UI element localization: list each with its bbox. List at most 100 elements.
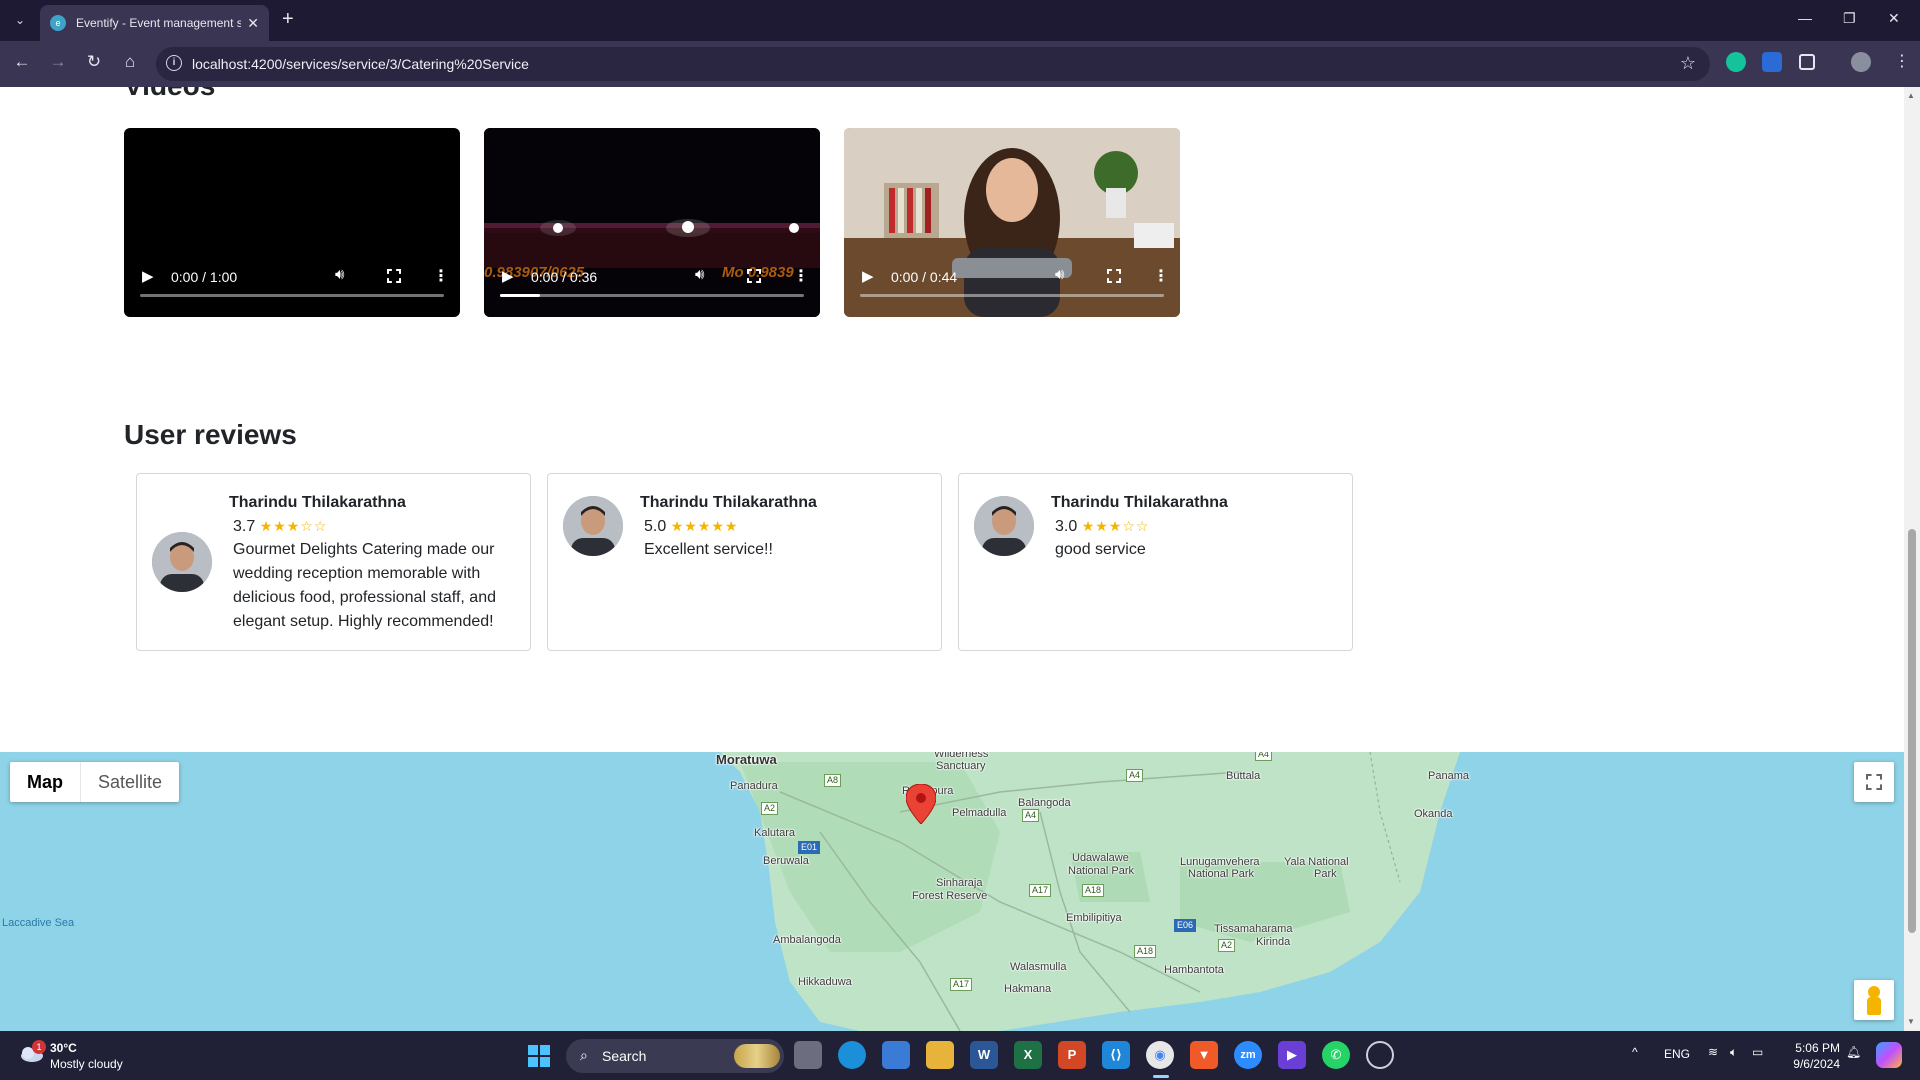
clock-date[interactable]: 9/6/2024 (1780, 1057, 1840, 1071)
place-label: Balangoda (1018, 797, 1071, 809)
video-progress-bar[interactable] (500, 294, 804, 297)
zoom-icon[interactable]: zm (1234, 1041, 1262, 1069)
play-icon[interactable]: ▶ (502, 267, 514, 285)
back-icon[interactable]: ← (10, 52, 34, 72)
scroll-up-icon[interactable]: ▲ (1907, 91, 1915, 100)
scroll-down-icon[interactable]: ▼ (1907, 1017, 1915, 1026)
weather-desc[interactable]: Mostly cloudy (50, 1057, 123, 1071)
grammarly-icon[interactable] (1726, 52, 1746, 72)
fullscreen-icon[interactable] (387, 269, 401, 283)
video-time: 0:00 / 0:36 (531, 269, 598, 285)
close-tab-icon[interactable]: ✕ (247, 15, 259, 32)
active-app-indicator (1153, 1075, 1169, 1078)
copilot-icon[interactable] (1876, 1042, 1902, 1068)
restore-icon[interactable]: ❐ (1843, 10, 1856, 27)
place-label: Okanda (1414, 808, 1453, 820)
notification-bell-icon[interactable]: 🔔︎ (1846, 1045, 1861, 1059)
weather-temp[interactable]: 30°C (50, 1041, 77, 1055)
scrollbar-thumb[interactable] (1908, 529, 1916, 933)
tab-eventify[interactable]: e Eventify - Event management s ✕ (40, 5, 269, 41)
chrome-icon[interactable]: ◉ (1146, 1041, 1174, 1069)
video-player-1[interactable]: ▶ 0:00 / 1:00 🔊︎ ⋮ (124, 128, 460, 317)
speaker-icon[interactable]: 🔈︎ (1730, 1045, 1737, 1060)
windows-start-icon[interactable] (528, 1045, 550, 1067)
language-indicator[interactable]: ENG (1664, 1047, 1690, 1061)
place-label: Sanctuary (936, 760, 986, 772)
browser-toolbar: ← → ↻ ⌂ i localhost:4200/services/servic… (0, 41, 1920, 87)
more-options-icon[interactable]: ⋮ (793, 266, 809, 286)
review-card: Tharindu Thilakarathna 3.0 ★★★☆☆ good se… (958, 473, 1353, 651)
reload-icon[interactable]: ↻ (82, 52, 106, 72)
extensions-puzzle-icon[interactable] (1799, 54, 1815, 70)
powerpoint-icon[interactable]: P (1058, 1041, 1086, 1069)
tab-search-icon[interactable]: ⌄ (10, 10, 30, 30)
new-tab-icon[interactable]: + (282, 8, 294, 31)
word-icon[interactable]: W (970, 1041, 998, 1069)
volume-icon[interactable]: 🔊︎ (335, 266, 344, 283)
taskbar-search[interactable]: ⌕ Search (566, 1039, 784, 1073)
fullscreen-icon[interactable] (747, 269, 761, 283)
review-text: good service (1055, 541, 1146, 558)
brave-icon[interactable]: ▼ (1190, 1041, 1218, 1069)
edge-icon[interactable] (838, 1041, 866, 1069)
satellite-view-button[interactable]: Satellite (80, 762, 179, 802)
place-label: Panama (1428, 770, 1469, 782)
more-options-icon[interactable]: ⋮ (1153, 266, 1169, 286)
video-progress-bar[interactable] (140, 294, 444, 297)
fullscreen-icon[interactable] (1107, 269, 1121, 283)
more-options-icon[interactable]: ⋮ (433, 266, 449, 286)
forward-icon[interactable]: → (46, 52, 70, 72)
map-marker-icon[interactable] (906, 784, 936, 824)
play-icon[interactable]: ▶ (862, 267, 874, 285)
obs-icon[interactable] (1366, 1041, 1394, 1069)
place-label: National Park (1068, 865, 1135, 877)
rating-stars-icon: ★★★☆☆ (1081, 518, 1150, 534)
map-view-button[interactable]: Map (10, 762, 80, 802)
place-label: Pelmadulla (952, 807, 1007, 819)
vscode-icon[interactable]: ⟨⟩ (1102, 1041, 1130, 1069)
menu-dots-icon[interactable]: ⋮ (1892, 52, 1912, 72)
file-explorer-icon[interactable] (926, 1041, 954, 1069)
street-view-pegman-icon[interactable] (1854, 980, 1894, 1020)
video-time: 0:00 / 1:00 (171, 269, 238, 285)
wifi-icon[interactable]: ≋ (1708, 1045, 1718, 1059)
excel-icon[interactable]: X (1014, 1041, 1042, 1069)
rating-value: 5.0 (644, 518, 667, 535)
video-player-2[interactable]: 0.983907/0625 Mo 0.9839 ▶ 0:00 / 0:36 🔊︎… (484, 128, 820, 317)
place-label: Hambantota (1164, 964, 1224, 976)
volume-icon[interactable]: 🔊︎ (1055, 266, 1064, 283)
clock-time[interactable]: 5:06 PM (1788, 1041, 1840, 1055)
road-shield: E06 (1174, 919, 1197, 932)
map-fullscreen-button[interactable] (1854, 762, 1894, 802)
home-icon[interactable]: ⌂ (118, 52, 142, 72)
volume-icon[interactable]: 🔊︎ (695, 266, 704, 283)
whatsapp-icon[interactable]: ✆ (1322, 1041, 1350, 1069)
bookmark-star-icon[interactable]: ☆ (1680, 53, 1696, 74)
site-info-icon[interactable]: i (166, 55, 182, 71)
tab-title: Eventify - Event management s (76, 16, 242, 30)
task-view-icon[interactable] (794, 1041, 822, 1069)
place-label: Panadura (730, 780, 778, 792)
play-icon[interactable]: ▶ (142, 267, 154, 285)
videos-heading: Videos (124, 87, 215, 102)
place-label: Walasmulla (1010, 961, 1067, 973)
reviewer-name: Tharindu Thilakarathna (229, 494, 406, 511)
store-icon[interactable] (882, 1041, 910, 1069)
show-hidden-icons-chevron-icon[interactable]: ^ (1632, 1045, 1638, 1059)
video-controls: ▶ 0:00 / 1:00 🔊︎ ⋮ (124, 263, 460, 291)
google-map[interactable]: Map Satellite Moratuwa Panadura Kalutara… (0, 752, 1904, 1031)
review-rating: 3.0 ★★★☆☆ (1055, 518, 1149, 536)
url-text[interactable]: localhost:4200/services/service/3/Cateri… (192, 56, 529, 72)
profile-avatar[interactable] (1851, 52, 1871, 72)
video-progress-bar[interactable] (860, 294, 1164, 297)
battery-icon[interactable]: ▭ (1752, 1045, 1763, 1059)
place-label: Lunugamvehera (1180, 856, 1260, 868)
reviewer-avatar (974, 496, 1034, 556)
address-bar[interactable]: i localhost:4200/services/service/3/Cate… (156, 47, 1710, 81)
video-editor-icon[interactable]: ▶ (1278, 1041, 1306, 1069)
extension-icon[interactable] (1762, 52, 1782, 72)
minimize-icon[interactable]: — (1798, 10, 1812, 26)
close-window-icon[interactable]: ✕ (1888, 10, 1900, 27)
video-player-3[interactable]: ▶ 0:00 / 0:44 🔊︎ ⋮ (844, 128, 1180, 317)
page-scrollbar[interactable]: ▲ ▼ (1904, 87, 1920, 1031)
